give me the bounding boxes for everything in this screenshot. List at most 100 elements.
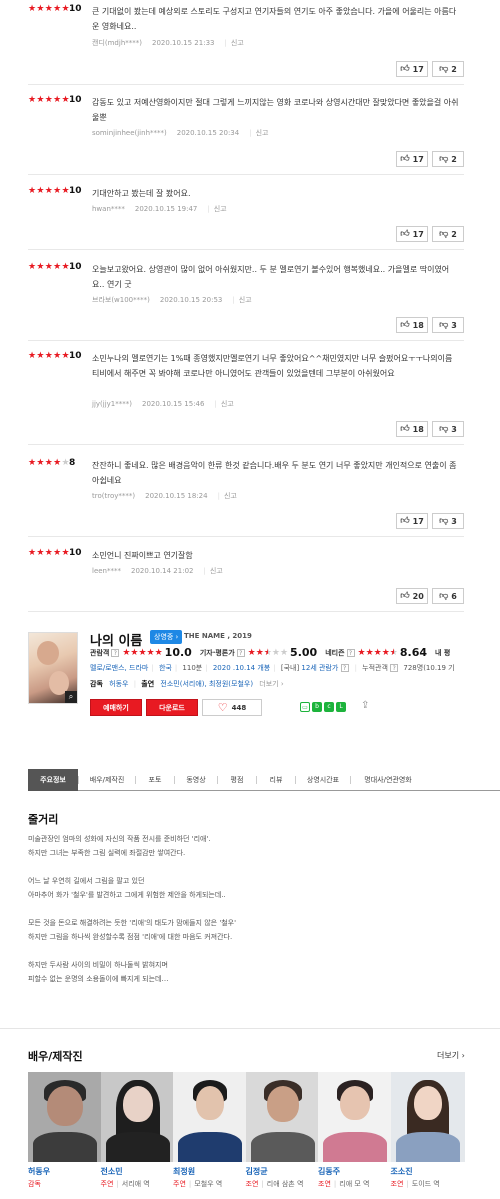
cast-name[interactable]: 조소진 (391, 1166, 465, 1177)
zoom-icon[interactable]: ⌕ (65, 691, 77, 703)
downvote-count: 2 (451, 64, 457, 74)
review-user[interactable]: jjy(jjy1****) (92, 400, 132, 408)
review-user[interactable]: hwan**** (92, 205, 125, 213)
cast-photo[interactable] (100, 1072, 175, 1162)
tab-7[interactable]: 명대사/연관영화 (351, 769, 425, 791)
download-button[interactable]: 다운로드 (146, 699, 198, 716)
downvote-button[interactable]: 👎︎ 3 (432, 513, 464, 529)
upvote-button[interactable]: 👍︎ 18 (396, 317, 428, 333)
genre[interactable]: 멜로/로맨스, 드라마 (90, 664, 148, 672)
cast-photo[interactable] (28, 1072, 102, 1162)
report-link[interactable]: 신고 (214, 205, 227, 213)
review-date: 2020.10.15 18:24 (145, 492, 208, 500)
help-icon[interactable]: ? (340, 664, 349, 672)
cast-name[interactable]: 김정균 (246, 1166, 320, 1177)
tab-3[interactable]: 동영상 (175, 769, 217, 791)
upvote-button[interactable]: 👍︎ 20 (396, 588, 428, 604)
review-user[interactable]: tro(troy****) (92, 492, 135, 500)
grade[interactable]: 12세 관람가 (301, 664, 338, 672)
cast-photo[interactable] (173, 1072, 247, 1162)
my-rating-label[interactable]: 내 평 (435, 648, 450, 658)
cast-name[interactable]: 최정원 (173, 1166, 247, 1177)
report-link[interactable]: 신고 (210, 567, 223, 575)
cast-more-link[interactable]: 더보기 › (437, 1050, 465, 1061)
upvote-button[interactable]: 👍︎ 18 (396, 421, 428, 437)
review-text: 기대안하고 봤는데 잘 봤어요. (92, 189, 191, 198)
like-button[interactable]: ♡ 448 (202, 699, 262, 716)
downvote-button[interactable]: 👎︎ 3 (432, 421, 464, 437)
review-user[interactable]: sominjinhee(jinh****) (92, 129, 167, 137)
upvote-button[interactable]: 👍︎ 17 (396, 226, 428, 242)
reserve-button[interactable]: 예매하기 (90, 699, 142, 716)
review-text: 소민언니 진짜이쁘고 연기잘함 (92, 551, 193, 560)
help-icon[interactable]: ? (390, 664, 399, 672)
review-user[interactable]: 브라보(w100****) (92, 296, 150, 304)
downvote-button[interactable]: 👎︎ 3 (432, 317, 464, 333)
tab-4[interactable]: 평점 (218, 769, 256, 791)
report-link[interactable]: 신고 (256, 129, 269, 137)
synopsis-paragraph: 어느 날 우연히 길에서 그림을 팔고 있던 아마추어 화가 '철우'를 발견하고… (28, 874, 468, 902)
thumbs-up-icon: 👍︎ (400, 516, 410, 526)
downvote-button[interactable]: 👎︎ 2 (432, 151, 464, 167)
upvote-button[interactable]: 👍︎ 17 (396, 61, 428, 77)
cast-name[interactable]: 전소민 (101, 1166, 175, 1177)
release-date[interactable]: 2020 .10.14 개봉 (213, 664, 270, 672)
cast-photo[interactable] (390, 1072, 465, 1162)
line-icon[interactable]: L (336, 702, 346, 712)
tab-0[interactable]: 주요정보 (28, 769, 78, 791)
movie-poster[interactable]: ⌕ (28, 632, 78, 704)
downvote-button[interactable]: 👎︎ 2 (432, 226, 464, 242)
netizen-score: 8.64 (399, 646, 428, 659)
upvote-button[interactable]: 👍︎ 17 (396, 151, 428, 167)
cast-role-type: 조연 (390, 1180, 404, 1188)
band-icon[interactable]: ▭ (300, 702, 310, 712)
cast-card[interactable]: 전소민 주연 | 서리애 역 (100, 1072, 175, 1189)
cast-photo[interactable] (318, 1072, 392, 1162)
cast-card[interactable]: 조소진조연 | 도이드 역 (390, 1072, 465, 1189)
country[interactable]: 한국 (159, 664, 172, 672)
review-item: ★★★★★ 10 소민누나의 멜로연기는 1%때 종영했지만멜로연기 너무 좋았어요… (28, 351, 464, 445)
thumbs-down-icon: 👎︎ (439, 64, 449, 74)
cast-card[interactable]: 김정균 조연 | 리애 삼촌 역 (245, 1072, 320, 1189)
report-link[interactable]: 신고 (231, 39, 244, 47)
report-link[interactable]: 신고 (221, 400, 234, 408)
cast-role: 조연 | 도이드 역 (390, 1180, 440, 1188)
review-stars: ★★★★★ (28, 262, 70, 272)
tab-2[interactable]: 포토 (136, 769, 174, 791)
review-user[interactable]: leen**** (92, 567, 121, 575)
downvote-button[interactable]: 👎︎ 6 (432, 588, 464, 604)
cafe-icon[interactable]: c (324, 702, 334, 712)
crew-more-link[interactable]: 더보기 › (259, 680, 283, 688)
cast-role: 주연 | 모철우 역 (173, 1180, 223, 1188)
downvote-count: 2 (451, 154, 457, 164)
cast-card[interactable]: 최정원주연 | 모철우 역 (173, 1072, 247, 1189)
tab-6[interactable]: 상영시간표 (296, 769, 350, 791)
help-icon[interactable]: ? (346, 648, 355, 657)
cast-card[interactable]: 허동우 감독 (28, 1072, 102, 1189)
help-icon[interactable]: ? (236, 648, 245, 657)
review-date: 2020.10.15 15:46 (141, 400, 205, 408)
critic-label: 기자·평론가 (199, 648, 235, 657)
status-badge[interactable]: 상영중 › (150, 630, 183, 644)
director-name[interactable]: 허동우 (109, 680, 128, 688)
cast-names[interactable]: 전소민(서리애), 최정원(모철우) (160, 680, 253, 688)
blog-icon[interactable]: b (312, 702, 322, 712)
cast-photo[interactable] (245, 1072, 320, 1162)
cast-character: 리애 삼촌 역 (266, 1180, 304, 1188)
help-icon[interactable]: ? (111, 648, 120, 657)
cast-card[interactable]: 김동주 조연 | 리애 모 역 (318, 1072, 392, 1189)
review-user[interactable]: 캔디(mdjh****) (92, 39, 142, 47)
review-stars: ★★★★★ (28, 458, 70, 468)
report-link[interactable]: 신고 (224, 492, 237, 500)
cast-name[interactable]: 김동주 (318, 1166, 392, 1177)
cast-name[interactable]: 허동우 (28, 1166, 102, 1177)
netizen-label: 네티즌 (325, 648, 345, 657)
report-link[interactable]: 신고 (239, 296, 252, 304)
upvote-count: 20 (412, 591, 424, 601)
upvote-button[interactable]: 👍︎ 17 (396, 513, 428, 529)
tab-5[interactable]: 리뷰 (257, 769, 295, 791)
downvote-button[interactable]: 👎︎ 2 (432, 61, 464, 77)
review-text: 큰 기대없이 봤는데 예상외로 스토리도 구성지고 연기자들의 연기도 아주 좋… (92, 7, 457, 31)
tab-1[interactable]: 배우/제작진 (79, 769, 135, 791)
share-icon[interactable]: ⇪ (361, 700, 369, 711)
